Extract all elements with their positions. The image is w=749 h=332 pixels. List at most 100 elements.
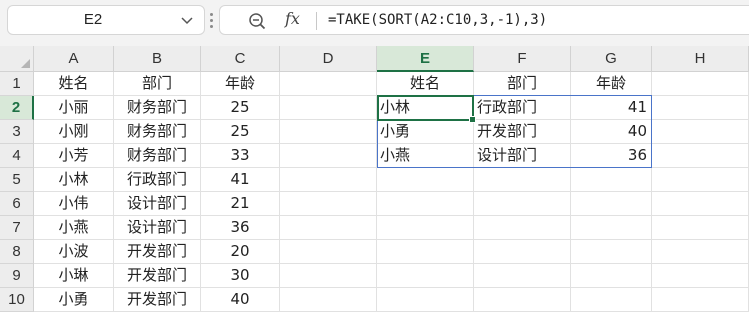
cell-b1[interactable]: 部门 <box>114 72 201 96</box>
cell-g2[interactable]: 41 <box>571 96 652 120</box>
cell-a8[interactable]: 小波 <box>34 240 114 264</box>
cell-f2[interactable]: 行政部门 <box>474 96 571 120</box>
cell-c1[interactable]: 年龄 <box>201 72 280 96</box>
cell-b3[interactable]: 财务部门 <box>114 120 201 144</box>
cell-a7[interactable]: 小燕 <box>34 216 114 240</box>
cell-g4[interactable]: 36 <box>571 144 652 168</box>
cell-c4[interactable]: 33 <box>201 144 280 168</box>
column-header-a[interactable]: A <box>34 46 114 72</box>
cell-f7[interactable] <box>474 216 571 240</box>
cell-b9[interactable]: 开发部门 <box>114 264 201 288</box>
cell-e9[interactable] <box>377 264 474 288</box>
column-header-g[interactable]: G <box>571 46 652 72</box>
row-header-2[interactable]: 2 <box>0 96 34 120</box>
cell-f1[interactable]: 部门 <box>474 72 571 96</box>
cell-h9[interactable] <box>652 264 749 288</box>
cell-e10[interactable] <box>377 288 474 312</box>
row-header-1[interactable]: 1 <box>0 72 34 96</box>
cell-a5[interactable]: 小林 <box>34 168 114 192</box>
cell-h5[interactable] <box>652 168 749 192</box>
cell-g9[interactable] <box>571 264 652 288</box>
cell-g10[interactable] <box>571 288 652 312</box>
cell-c6[interactable]: 21 <box>201 192 280 216</box>
cell-a3[interactable]: 小刚 <box>34 120 114 144</box>
cell-d10[interactable] <box>280 288 377 312</box>
cell-a9[interactable]: 小琳 <box>34 264 114 288</box>
column-header-d[interactable]: D <box>280 46 377 72</box>
cell-g6[interactable] <box>571 192 652 216</box>
row-header-10[interactable]: 10 <box>0 288 34 312</box>
cell-a6[interactable]: 小伟 <box>34 192 114 216</box>
cell-c7[interactable]: 36 <box>201 216 280 240</box>
cell-h3[interactable] <box>652 120 749 144</box>
cell-h8[interactable] <box>652 240 749 264</box>
cell-g8[interactable] <box>571 240 652 264</box>
column-header-c[interactable]: C <box>201 46 280 72</box>
column-header-f[interactable]: F <box>474 46 571 72</box>
cell-d8[interactable] <box>280 240 377 264</box>
cell-e5[interactable] <box>377 168 474 192</box>
row-header-3[interactable]: 3 <box>0 120 34 144</box>
cell-b5[interactable]: 行政部门 <box>114 168 201 192</box>
cell-d2[interactable] <box>280 96 377 120</box>
cell-e7[interactable] <box>377 216 474 240</box>
cell-e8[interactable] <box>377 240 474 264</box>
cell-c3[interactable]: 25 <box>201 120 280 144</box>
cell-f8[interactable] <box>474 240 571 264</box>
cell-f4[interactable]: 设计部门 <box>474 144 571 168</box>
cell-g7[interactable] <box>571 216 652 240</box>
cell-a4[interactable]: 小芳 <box>34 144 114 168</box>
cell-e3[interactable]: 小勇 <box>377 120 474 144</box>
cell-c8[interactable]: 20 <box>201 240 280 264</box>
column-header-b[interactable]: B <box>114 46 201 72</box>
cell-f3[interactable]: 开发部门 <box>474 120 571 144</box>
cell-b7[interactable]: 设计部门 <box>114 216 201 240</box>
cell-d5[interactable] <box>280 168 377 192</box>
select-all-corner[interactable] <box>0 46 34 72</box>
more-options-icon[interactable] <box>209 13 214 33</box>
cell-a10[interactable]: 小勇 <box>34 288 114 312</box>
cell-h4[interactable] <box>652 144 749 168</box>
cell-c2[interactable]: 25 <box>201 96 280 120</box>
cell-f6[interactable] <box>474 192 571 216</box>
column-header-e[interactable]: E <box>377 46 474 72</box>
cell-d3[interactable] <box>280 120 377 144</box>
cell-e1[interactable]: 姓名 <box>377 72 474 96</box>
zoom-out-icon[interactable] <box>248 12 266 30</box>
cell-h7[interactable] <box>652 216 749 240</box>
cell-b2[interactable]: 财务部门 <box>114 96 201 120</box>
cell-d1[interactable] <box>280 72 377 96</box>
column-header-h[interactable]: H <box>652 46 749 72</box>
row-header-5[interactable]: 5 <box>0 168 34 192</box>
cell-a2[interactable]: 小丽 <box>34 96 114 120</box>
formula-text[interactable]: =TAKE(SORT(A2:C10,3,-1),3) <box>328 6 547 34</box>
row-header-9[interactable]: 9 <box>0 264 34 288</box>
name-box[interactable]: E2 <box>7 5 205 35</box>
cell-h10[interactable] <box>652 288 749 312</box>
cell-c5[interactable]: 41 <box>201 168 280 192</box>
name-box-value[interactable]: E2 <box>8 6 178 34</box>
insert-function-icon[interactable]: fx <box>285 9 300 28</box>
cell-a1[interactable]: 姓名 <box>34 72 114 96</box>
cell-h2[interactable] <box>652 96 749 120</box>
cell-e6[interactable] <box>377 192 474 216</box>
cell-g1[interactable]: 年龄 <box>571 72 652 96</box>
cell-d7[interactable] <box>280 216 377 240</box>
cell-e4[interactable]: 小燕 <box>377 144 474 168</box>
cell-b10[interactable]: 开发部门 <box>114 288 201 312</box>
row-header-6[interactable]: 6 <box>0 192 34 216</box>
cell-d6[interactable] <box>280 192 377 216</box>
cell-f10[interactable] <box>474 288 571 312</box>
cell-f5[interactable] <box>474 168 571 192</box>
cell-b6[interactable]: 设计部门 <box>114 192 201 216</box>
row-header-7[interactable]: 7 <box>0 216 34 240</box>
cell-c10[interactable]: 40 <box>201 288 280 312</box>
chevron-down-icon[interactable] <box>178 11 196 29</box>
cell-h6[interactable] <box>652 192 749 216</box>
row-header-8[interactable]: 8 <box>0 240 34 264</box>
select-all-icon[interactable] <box>21 59 30 68</box>
row-header-4[interactable]: 4 <box>0 144 34 168</box>
cell-h1[interactable] <box>652 72 749 96</box>
cell-g5[interactable] <box>571 168 652 192</box>
cell-f9[interactable] <box>474 264 571 288</box>
